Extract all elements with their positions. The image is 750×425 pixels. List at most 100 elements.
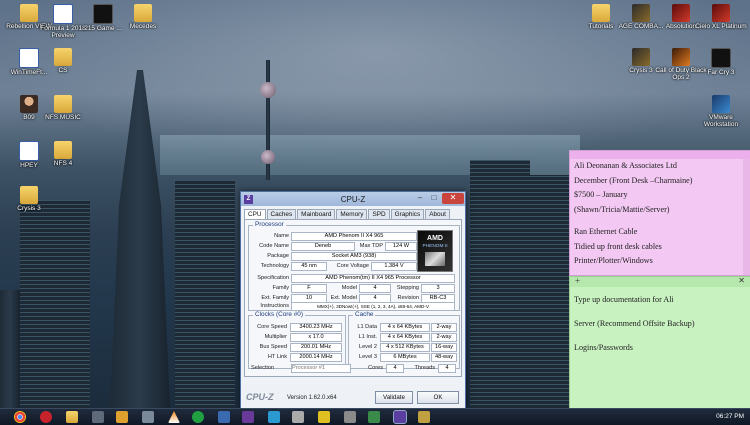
game-icon [672, 48, 690, 66]
cache-row-way: 16-way [431, 343, 457, 352]
close-button[interactable]: ✕ [442, 193, 464, 204]
desktop-icon[interactable]: NFS 4 [34, 141, 92, 167]
app-icon[interactable] [292, 411, 304, 423]
selection-label: Selection [251, 365, 275, 371]
package-value: Socket AM3 (938) [291, 252, 417, 261]
app-icon[interactable] [344, 411, 356, 423]
wallpaper-tower-ball [261, 150, 275, 164]
app-icon[interactable] [192, 411, 204, 423]
wallpaper-building [175, 180, 235, 408]
app-icon[interactable] [92, 411, 104, 423]
sticky-note-header[interactable] [570, 151, 750, 159]
desktop-icon[interactable]: Cielo XL Platinum [692, 4, 750, 30]
desktop-icon[interactable]: Far Cry 3 [692, 48, 750, 76]
core-speed-value: 3400.23 MHz [290, 323, 342, 332]
clocks-group: Clocks (Core #0) Core Speed 3400.23 MHz … [248, 311, 346, 369]
stepping-label: Stepping [396, 285, 419, 291]
game-icon [711, 48, 731, 68]
desktop-icon[interactable]: VMware Workstation [692, 95, 750, 128]
cpu-chip-icon [425, 252, 445, 266]
cache-row-size: 6 MBytes [380, 353, 430, 362]
vmware-icon [712, 95, 730, 113]
app-icon[interactable] [142, 411, 154, 423]
threads-value: 4 [438, 364, 456, 373]
sticky-note-scrollbar[interactable] [743, 159, 750, 275]
tab-about[interactable]: About [425, 209, 450, 219]
app-icon[interactable] [368, 411, 380, 423]
instructions-label: Instructions [260, 303, 289, 309]
clocks-group-title: Clocks (Core #0) [253, 311, 305, 318]
threads-label: Threads [414, 365, 435, 371]
cpuz-taskbar-icon[interactable] [393, 410, 407, 424]
wallpaper-building [470, 160, 530, 408]
selection-select[interactable]: Processor #1 [291, 364, 351, 373]
specification-value: AMD Phenom(tm) II X4 965 Processor [291, 274, 455, 283]
wallpaper-building [20, 200, 90, 408]
multiplier-value: x 17.0 [290, 333, 342, 342]
app-icon[interactable] [242, 411, 254, 423]
cache-row-way: 2-way [431, 323, 457, 332]
max-tdp-value: 124 W [385, 242, 417, 251]
revision-label: Revision [397, 295, 419, 301]
note-line: Ran Ethernet Cable [574, 227, 638, 236]
desktop-icon[interactable]: Mecedes [114, 4, 172, 30]
ext-model-label: Ext. Model [330, 295, 357, 301]
sticky-note-pink[interactable]: Ali Deonanan & Associates Ltd December (… [569, 150, 750, 276]
app-icon[interactable] [268, 411, 280, 423]
sticky-note-green[interactable]: + ✕ Type up documentation for Ali Server… [569, 276, 750, 410]
package-label: Package [267, 253, 289, 259]
cpuz-titlebar[interactable]: Z CPU-Z – □ ✕ [241, 192, 465, 206]
wallpaper-building [530, 175, 570, 408]
tab-caches[interactable]: Caches [266, 209, 297, 219]
clock[interactable]: 06:27 PM [716, 411, 744, 423]
folder-icon [20, 186, 38, 204]
note-line: Tidied up front desk cables [574, 241, 662, 251]
family-label: Family [272, 285, 289, 291]
app-icon[interactable] [318, 411, 330, 423]
tab-spd[interactable]: SPD [368, 209, 390, 219]
cache-row-label: Level 3 [358, 354, 377, 360]
code-name-label: Code Name [259, 243, 289, 249]
note-line: Logins/Passwords [574, 343, 633, 352]
wallpaper-building [0, 290, 20, 408]
desktop-icon[interactable]: Crysis 3 [0, 186, 58, 212]
note-line [570, 307, 750, 317]
tab-mainboard[interactable]: Mainboard [297, 209, 336, 219]
tab-cpu[interactable]: CPU [244, 209, 266, 219]
taskbar: 06:27 PM [0, 408, 750, 425]
chrome-icon[interactable] [14, 411, 26, 423]
bus-speed-value: 200.01 MHz [290, 343, 342, 352]
cpuz-window[interactable]: Z CPU-Z – □ ✕ CPU Caches Mainboard Memor… [240, 191, 466, 409]
tab-bar: CPU Caches Mainboard Memory SPD Graphics… [241, 206, 465, 219]
tab-memory[interactable]: Memory [336, 209, 368, 219]
app-icon[interactable] [418, 411, 430, 423]
name-value: AMD Phenom II X4 965 [291, 232, 417, 241]
cache-row-size: 4 x 64 KBytes [380, 333, 430, 342]
game-icon [672, 4, 690, 22]
close-note-icon[interactable]: ✕ [738, 276, 745, 285]
code-name-value: Deneb [291, 242, 355, 251]
cpuz-footer: CPU-Z Version 1.62.0.x64 Validate OK [241, 388, 465, 408]
file-explorer-icon[interactable] [66, 411, 78, 423]
maximize-button[interactable]: □ [427, 193, 441, 204]
cache-row-label: Level 2 [358, 344, 377, 350]
app-icon[interactable] [116, 411, 128, 423]
add-note-icon[interactable]: + [575, 276, 580, 286]
minimize-button[interactable]: – [413, 193, 427, 204]
app-icon[interactable] [218, 411, 230, 423]
cache-row-size: 4 x 512 KBytes [380, 343, 430, 352]
note-line: Printer/Plotter/Windows [574, 256, 653, 265]
sticky-note-header[interactable]: + ✕ [570, 276, 750, 287]
opera-icon[interactable] [40, 411, 52, 423]
desktop-icon[interactable]: CS [34, 48, 92, 74]
desktop-icon[interactable]: NFS MUSIC [34, 95, 92, 121]
validate-button[interactable]: Validate [375, 391, 413, 404]
cache-group: Cache L1 Data 4 x 64 KBytes 2-way L1 Ins… [348, 311, 460, 369]
cache-row-label: L1 Inst. [358, 334, 377, 340]
game-icon [632, 48, 650, 66]
ok-button[interactable]: OK [417, 391, 459, 404]
tab-graphics[interactable]: Graphics [390, 209, 425, 219]
folder-icon [54, 141, 72, 159]
note-line: Type up documentation for Ali [574, 295, 674, 304]
vlc-icon[interactable] [168, 411, 180, 423]
